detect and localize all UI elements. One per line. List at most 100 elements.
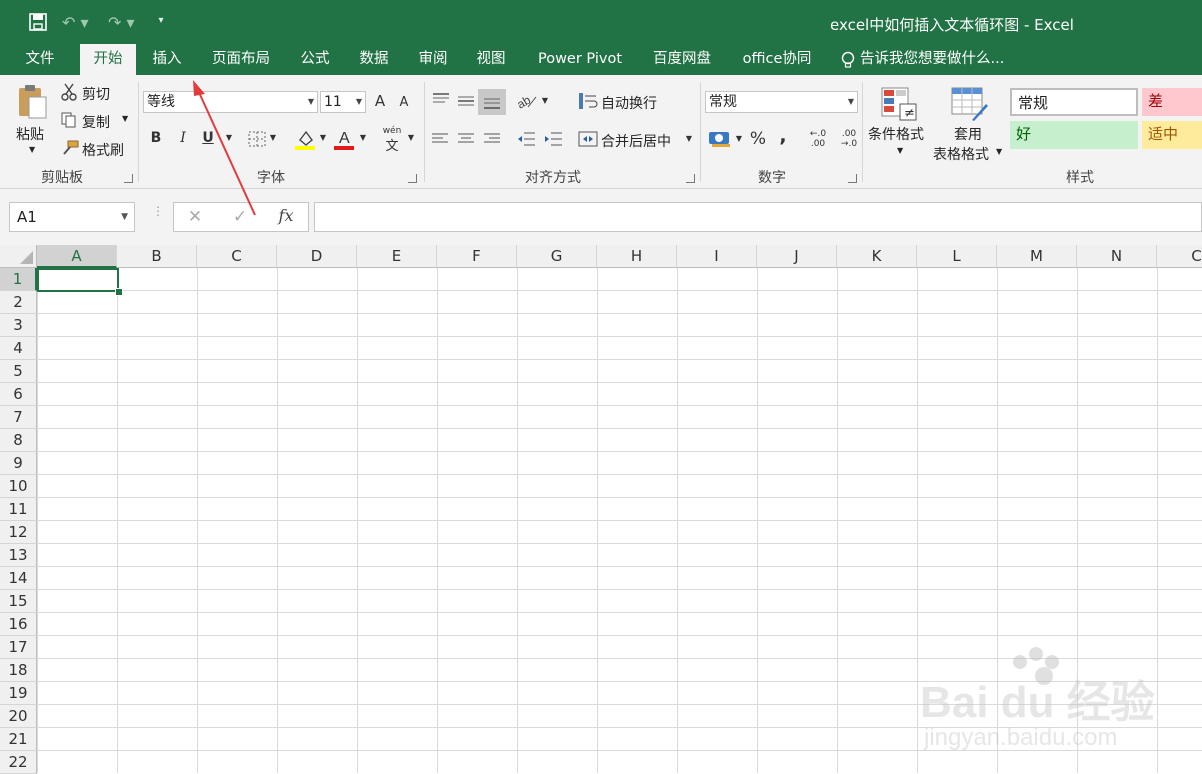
row-header[interactable]: 5 bbox=[0, 360, 37, 383]
row-header[interactable]: 11 bbox=[0, 498, 37, 521]
tab-home[interactable]: 开始 bbox=[80, 44, 136, 75]
column-header[interactable]: K bbox=[837, 245, 917, 268]
phonetic-guide-button[interactable]: 文 bbox=[384, 135, 400, 154]
number-dialog-launcher[interactable] bbox=[848, 174, 857, 183]
format-painter-icon[interactable] bbox=[60, 139, 80, 157]
phonetic-dropdown-arrow[interactable]: ▼ bbox=[406, 133, 416, 142]
cell-style-bad[interactable]: 差 bbox=[1142, 88, 1202, 116]
wrap-text-icon[interactable] bbox=[578, 91, 598, 111]
shrink-font-button[interactable]: A bbox=[397, 95, 411, 110]
conditional-formatting-button[interactable]: 条件格式 bbox=[868, 124, 924, 144]
row-header[interactable]: 20 bbox=[0, 705, 37, 728]
paste-button[interactable]: 粘贴 bbox=[16, 124, 44, 144]
format-as-table-button[interactable]: 表格格式 bbox=[933, 144, 989, 164]
borders-dropdown-arrow[interactable]: ▼ bbox=[268, 133, 278, 142]
align-center-icon[interactable] bbox=[457, 131, 475, 147]
cell-style-normal[interactable]: 常规 bbox=[1010, 88, 1138, 116]
wrap-text-button[interactable]: 自动换行 bbox=[601, 93, 657, 113]
paste-dropdown-arrow[interactable]: ▼ bbox=[29, 145, 35, 154]
format-painter-button[interactable]: 格式刷 bbox=[82, 140, 124, 160]
tab-view[interactable]: 视图 bbox=[468, 44, 514, 75]
row-header[interactable]: 17 bbox=[0, 636, 37, 659]
row-header[interactable]: 14 bbox=[0, 567, 37, 590]
comma-style-button[interactable]: , bbox=[776, 125, 790, 147]
tab-office-collab[interactable]: office协同 bbox=[734, 44, 820, 75]
font-size-select[interactable]: 11 ▼ bbox=[320, 91, 366, 113]
align-bottom-icon[interactable] bbox=[478, 89, 506, 115]
tab-power-pivot[interactable]: Power Pivot bbox=[528, 44, 632, 75]
cut-button[interactable]: 剪切 bbox=[82, 84, 110, 104]
align-middle-icon[interactable] bbox=[456, 93, 476, 109]
row-header[interactable]: 12 bbox=[0, 521, 37, 544]
align-right-icon[interactable] bbox=[483, 131, 501, 147]
column-header[interactable]: N bbox=[1077, 245, 1157, 268]
row-header[interactable]: 8 bbox=[0, 429, 37, 452]
increase-decimal-button[interactable]: ←.0 .00 bbox=[803, 129, 833, 149]
decrease-decimal-button[interactable]: .00 →.0 bbox=[834, 129, 864, 149]
column-header[interactable]: B bbox=[117, 245, 197, 268]
column-header[interactable]: C bbox=[197, 245, 277, 268]
column-header[interactable]: F bbox=[437, 245, 517, 268]
merge-center-icon[interactable] bbox=[578, 130, 598, 148]
column-header[interactable]: L bbox=[917, 245, 997, 268]
align-top-icon[interactable] bbox=[431, 92, 451, 108]
row-header[interactable]: 2 bbox=[0, 291, 37, 314]
row-header[interactable]: 7 bbox=[0, 406, 37, 429]
font-color-dropdown-arrow[interactable]: ▼ bbox=[358, 133, 368, 142]
number-format-select[interactable]: 常规 ▼ bbox=[705, 91, 858, 113]
tab-page-layout[interactable]: 页面布局 bbox=[204, 44, 278, 75]
name-box[interactable]: A1 ▼ bbox=[9, 202, 135, 232]
cell-style-good[interactable]: 好 bbox=[1010, 121, 1138, 149]
copy-button[interactable]: 复制 bbox=[82, 112, 110, 132]
tell-me-search[interactable]: 告诉我您想要做什么... bbox=[860, 44, 1020, 75]
accounting-dropdown-arrow[interactable]: ▼ bbox=[734, 134, 744, 143]
column-header[interactable]: M bbox=[997, 245, 1077, 268]
row-header[interactable]: 13 bbox=[0, 544, 37, 567]
save-icon[interactable] bbox=[28, 12, 48, 32]
align-left-icon[interactable] bbox=[431, 131, 449, 147]
tab-baidu-netdisk[interactable]: 百度网盘 bbox=[644, 44, 720, 75]
row-header[interactable]: 22 bbox=[0, 751, 37, 774]
insert-function-button[interactable]: fx bbox=[274, 206, 298, 225]
row-header[interactable]: 19 bbox=[0, 682, 37, 705]
formula-bar-grip[interactable]: ⋮ bbox=[152, 205, 164, 226]
row-header[interactable]: 16 bbox=[0, 613, 37, 636]
fill-handle[interactable] bbox=[115, 288, 123, 296]
column-header[interactable]: C bbox=[1157, 245, 1202, 268]
format-as-table-dropdown-arrow[interactable]: ▼ bbox=[996, 147, 1002, 156]
copy-icon[interactable] bbox=[60, 111, 78, 129]
conditional-formatting-icon[interactable]: ≠ bbox=[880, 86, 918, 122]
formula-input[interactable] bbox=[314, 202, 1202, 232]
column-header[interactable]: J bbox=[757, 245, 837, 268]
conditional-formatting-dropdown-arrow[interactable]: ▼ bbox=[897, 146, 903, 155]
row-header[interactable]: 10 bbox=[0, 475, 37, 498]
column-header[interactable]: D bbox=[277, 245, 357, 268]
bold-button[interactable]: B bbox=[148, 130, 164, 146]
scissors-icon[interactable] bbox=[60, 83, 78, 101]
fill-color-dropdown-arrow[interactable]: ▼ bbox=[318, 133, 328, 142]
cell-style-neutral[interactable]: 适中 bbox=[1142, 121, 1202, 149]
tab-formulas[interactable]: 公式 bbox=[292, 44, 338, 75]
fill-color-icon[interactable] bbox=[295, 128, 317, 150]
tab-file[interactable]: 文件 bbox=[14, 44, 66, 75]
grow-font-button[interactable]: A bbox=[372, 92, 388, 110]
customize-qat-button[interactable]: ▾ bbox=[154, 15, 168, 29]
row-header[interactable]: 15 bbox=[0, 590, 37, 613]
column-header[interactable]: H bbox=[597, 245, 677, 268]
orientation-icon[interactable]: ab bbox=[514, 92, 538, 112]
column-header[interactable]: A bbox=[37, 245, 117, 268]
column-header[interactable]: G bbox=[517, 245, 597, 268]
redo-button[interactable]: ↷ ▾ bbox=[108, 13, 142, 32]
row-header[interactable]: 4 bbox=[0, 337, 37, 360]
row-header[interactable]: 3 bbox=[0, 314, 37, 337]
row-header[interactable]: 9 bbox=[0, 452, 37, 475]
increase-indent-icon[interactable] bbox=[543, 130, 563, 148]
tab-data[interactable]: 数据 bbox=[350, 44, 398, 75]
column-header[interactable]: E bbox=[357, 245, 437, 268]
row-header[interactable]: 21 bbox=[0, 728, 37, 751]
format-as-table-label-line1[interactable]: 套用 bbox=[954, 124, 982, 144]
undo-button[interactable]: ↶ ▾ bbox=[62, 13, 96, 32]
row-header[interactable]: 6 bbox=[0, 383, 37, 406]
row-header[interactable]: 18 bbox=[0, 659, 37, 682]
select-all-button[interactable] bbox=[0, 245, 37, 268]
